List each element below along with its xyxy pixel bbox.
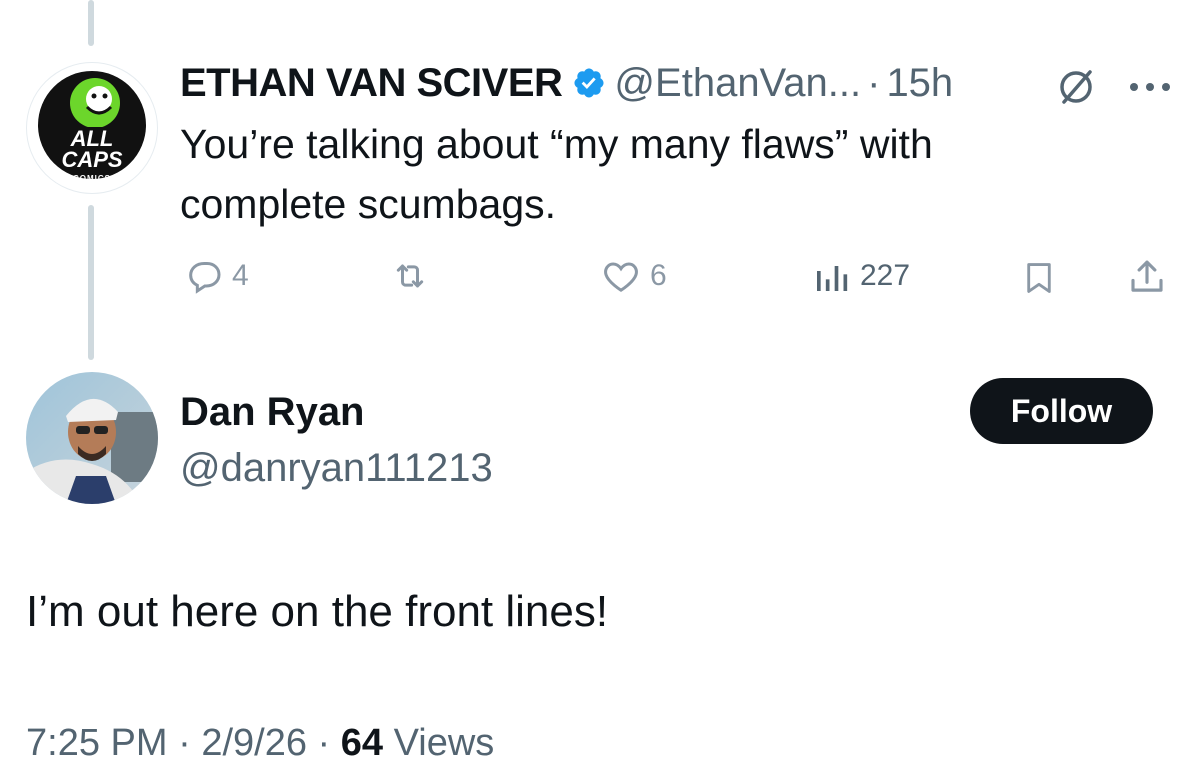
repost-icon: [396, 264, 424, 288]
dan-ryan-avatar[interactable]: [26, 372, 158, 504]
all-caps-logo-icon: ALL CAPS COMICS: [30, 66, 154, 190]
share-icon[interactable]: [1126, 256, 1168, 303]
meta-separator-1: ·: [178, 722, 191, 764]
views-count: 227: [860, 259, 911, 292]
reply-display-name[interactable]: Dan Ryan: [180, 388, 365, 436]
heart-icon: [604, 262, 638, 292]
grok-icon[interactable]: [1055, 66, 1097, 113]
svg-text:COMICS: COMICS: [73, 174, 111, 183]
meta-time[interactable]: 7:25 PM: [26, 722, 168, 764]
views-action[interactable]: 227: [812, 256, 910, 296]
all-caps-comics-avatar[interactable]: ALL CAPS COMICS: [26, 62, 158, 194]
repost-action[interactable]: [388, 256, 440, 296]
views-label[interactable]: Views: [394, 722, 495, 764]
parent-time[interactable]: 15h: [886, 61, 953, 106]
parent-text-line-1: You’re talking about “my many flaws” wit…: [180, 121, 933, 167]
views-count-bold[interactable]: 64: [341, 722, 383, 764]
bookmark-icon[interactable]: [1020, 258, 1058, 303]
thread-line-bottom: [88, 205, 94, 360]
meta-date[interactable]: 2/9/26: [201, 722, 307, 764]
header-separator: ·: [867, 60, 881, 105]
like-action[interactable]: 6: [600, 256, 667, 296]
thread-line-top: [88, 0, 94, 46]
reply-icon: [189, 262, 221, 294]
meta-separator-2: ·: [317, 722, 331, 764]
parent-text-line-2: complete scumbags.: [180, 181, 557, 227]
reply-count: 4: [232, 259, 249, 292]
more-options-icon[interactable]: [1128, 80, 1172, 98]
like-count: 6: [650, 259, 667, 292]
svg-text:CAPS: CAPS: [61, 147, 122, 172]
profile-photo-icon: [26, 372, 158, 504]
parent-display-name[interactable]: ETHAN VAN SCIVER: [180, 61, 563, 106]
reply-action[interactable]: 4: [184, 256, 249, 296]
parent-tweet-text: You’re talking about “my many flaws” wit…: [180, 114, 933, 234]
reply-handle[interactable]: @danryan111213: [180, 444, 493, 492]
tweet-meta: 7:25 PM · 2/9/26 · 64 Views: [26, 718, 494, 768]
follow-button[interactable]: Follow: [970, 378, 1153, 444]
analytics-icon: [817, 266, 848, 291]
reply-tweet-text: I’m out here on the front lines!: [26, 587, 609, 636]
parent-handle[interactable]: @EthanVan...: [614, 61, 861, 106]
verified-badge-icon: [572, 66, 606, 100]
parent-tweet-header: ETHAN VAN SCIVER @EthanVan... · 15h: [180, 58, 953, 108]
